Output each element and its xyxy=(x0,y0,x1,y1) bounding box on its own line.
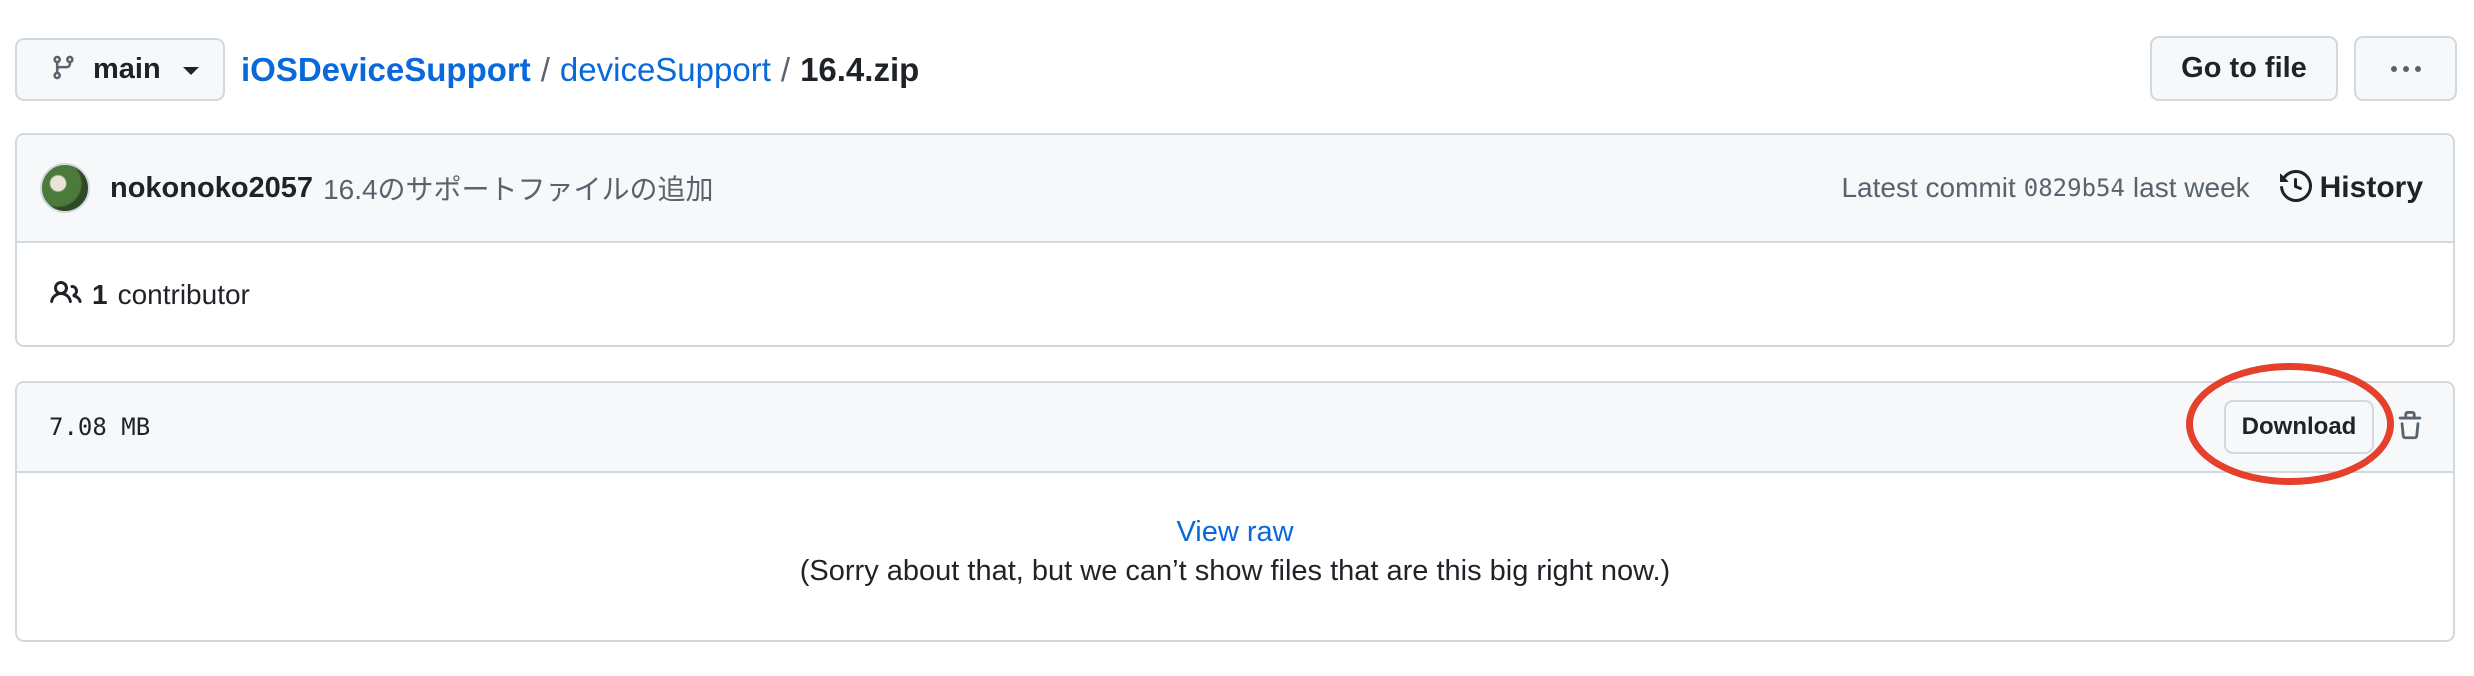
more-options-button[interactable] xyxy=(2354,36,2457,101)
branch-selector-button[interactable]: main xyxy=(15,38,225,101)
breadcrumb-separator: / xyxy=(780,51,791,88)
chevron-down-icon xyxy=(182,67,199,75)
people-icon xyxy=(50,277,82,314)
contributor-label: contributor xyxy=(117,279,250,310)
breadcrumb-repo-link[interactable]: iOSDeviceSupport xyxy=(241,51,531,89)
history-link[interactable]: History xyxy=(2279,169,2423,207)
history-icon xyxy=(2279,169,2312,207)
commit-author-link[interactable]: nokonoko2057 xyxy=(110,172,313,205)
breadcrumb-folder-link[interactable]: deviceSupport xyxy=(560,51,771,89)
breadcrumb: iOSDeviceSupport / deviceSupport / 16.4.… xyxy=(241,48,919,92)
file-size: 7.08 MB xyxy=(49,413,151,441)
breadcrumb-current-file: 16.4.zip xyxy=(800,51,920,88)
go-to-file-button[interactable]: Go to file xyxy=(2150,36,2338,101)
breadcrumb-separator: / xyxy=(540,51,550,88)
file-body: View raw (Sorry about that, but we can’t… xyxy=(17,473,2453,640)
view-raw-link[interactable]: View raw xyxy=(1176,516,1293,549)
avatar[interactable] xyxy=(40,163,90,213)
contributors-row[interactable]: 1 contributor xyxy=(17,243,2453,345)
trash-icon[interactable] xyxy=(2395,409,2425,443)
file-viewer-box: 7.08 MB Download View raw (Sorry about t… xyxy=(15,381,2455,642)
commit-sha-link[interactable]: 0829b54 xyxy=(2024,174,2125,202)
commit-info-box: nokonoko2057 16.4のサポートファイルの追加 Latest com… xyxy=(15,133,2455,347)
download-button[interactable]: Download xyxy=(2224,400,2374,454)
branch-name: main xyxy=(93,53,161,85)
commit-message-link[interactable]: 16.4のサポートファイルの追加 xyxy=(323,168,714,208)
history-label: History xyxy=(2319,171,2423,204)
latest-commit-bar: nokonoko2057 16.4のサポートファイルの追加 Latest com… xyxy=(17,135,2453,243)
commit-meta: Latest commit 0829b54 last week History xyxy=(1841,135,2423,241)
commit-time: last week xyxy=(2132,172,2250,203)
file-header-bar: 7.08 MB Download xyxy=(17,383,2453,473)
contributor-count: 1 xyxy=(92,279,108,310)
file-too-big-message: (Sorry about that, but we can’t show fil… xyxy=(799,554,1671,587)
git-branch-icon xyxy=(50,54,77,86)
kebab-horizontal-icon xyxy=(2390,65,2397,72)
latest-commit-label: Latest commit xyxy=(1841,172,2016,203)
